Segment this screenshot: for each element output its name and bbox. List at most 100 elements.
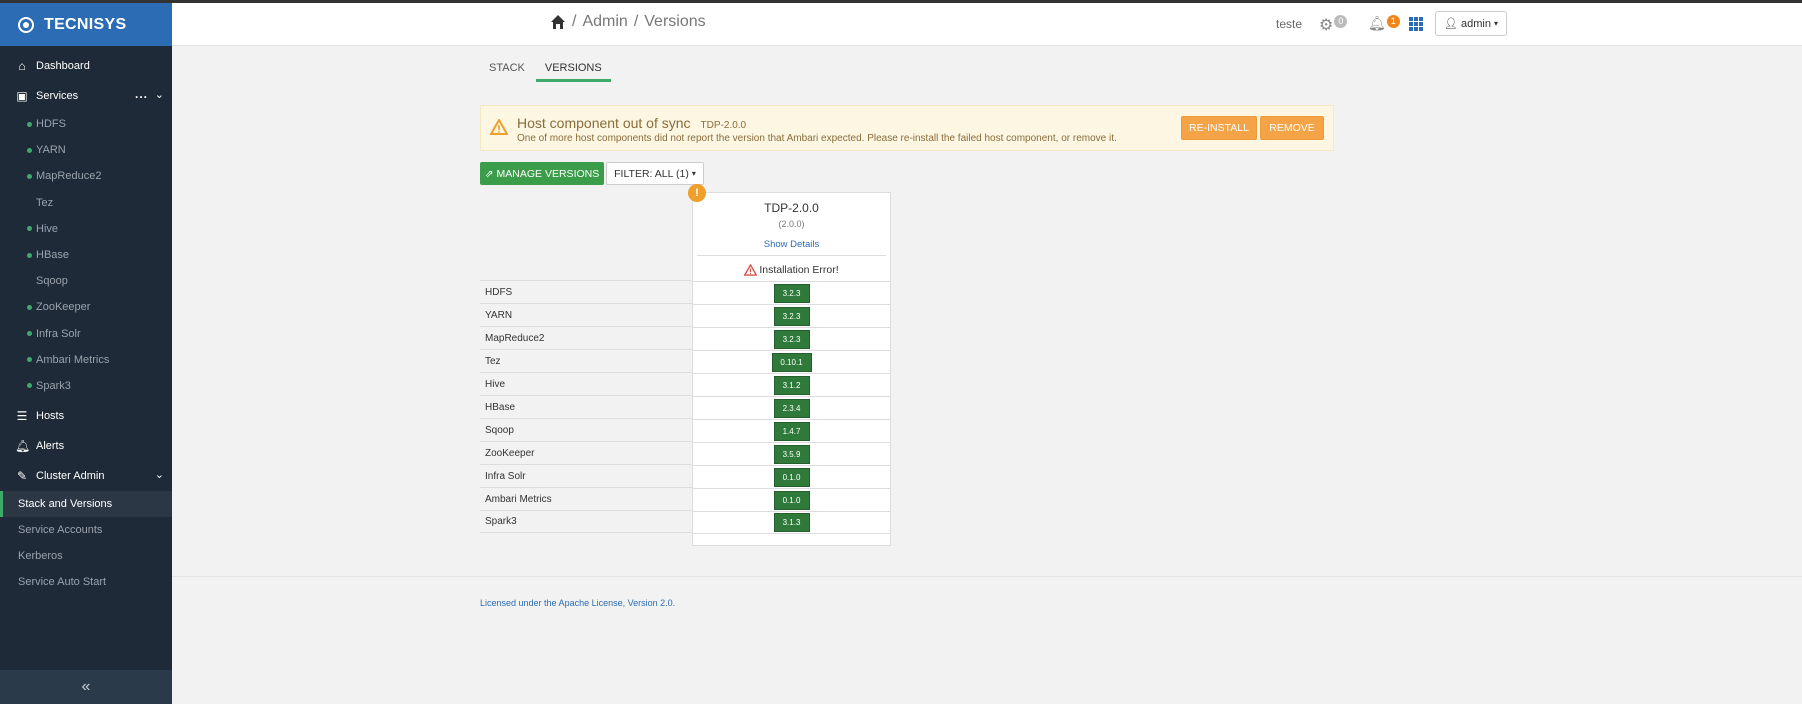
version-label: 3.2.3 xyxy=(773,283,810,303)
version-label: 0.1.0 xyxy=(773,490,810,510)
table-row: 3.1.2 xyxy=(693,373,890,396)
collapse-sidebar-button[interactable]: « xyxy=(0,670,172,704)
version-label: 3.1.2 xyxy=(773,375,810,395)
license-link[interactable]: Licensed under the Apache License, Versi… xyxy=(480,598,675,608)
sidebar-service-spark3[interactable]: Spark3 xyxy=(0,373,172,399)
table-row: 0.1.0 xyxy=(693,465,890,488)
sidebar-service-hbase[interactable]: HBase xyxy=(0,242,172,268)
sidebar-service-label: Hive xyxy=(36,222,59,235)
sidebar-service-tez[interactable]: Tez xyxy=(0,190,172,216)
user-menu-label: admin xyxy=(1460,17,1491,30)
sidebar-item-label: Dashboard xyxy=(36,60,90,72)
sidebar-service-ambari-metrics[interactable]: Ambari Metrics xyxy=(0,347,172,373)
reinstall-button[interactable]: RE-INSTALL xyxy=(1181,116,1257,140)
service-name-cell: Infra Solr xyxy=(480,464,692,487)
service-name-cell: Sqoop xyxy=(480,418,692,441)
views-grid-icon[interactable] xyxy=(1409,17,1423,31)
sidebar-service-label: ZooKeeper xyxy=(36,301,91,314)
user-menu-button[interactable]: 👤︎ admin ▾ xyxy=(1435,11,1507,36)
sidebar-service-sqoop[interactable]: Sqoop xyxy=(0,268,172,294)
sidebar-service-infra-solr[interactable]: Infra Solr xyxy=(0,321,172,347)
tab-versions[interactable]: VERSIONS xyxy=(535,56,611,82)
gear-icon: ⚙ xyxy=(1319,17,1334,34)
sidebar-service-label: Sqoop xyxy=(36,275,68,288)
sidebar: TECNISYS ⌂ Dashboard ▣ Services ... ⌄ HD… xyxy=(0,3,172,704)
tab-stack[interactable]: STACK xyxy=(480,56,534,82)
sidebar-service-label: Infra Solr xyxy=(36,327,81,340)
service-name-cell: Ambari Metrics xyxy=(480,487,692,510)
table-row: 2.3.4 xyxy=(693,396,890,419)
chevron-down-icon[interactable]: ⌄ xyxy=(155,468,164,481)
breadcrumb-separator: / xyxy=(633,13,639,30)
sidebar-item-services[interactable]: ▣ Services ... ⌄ xyxy=(0,81,172,111)
caret-down-icon: ▾ xyxy=(691,169,696,178)
remove-button[interactable]: REMOVE xyxy=(1260,116,1324,140)
alert-message: One of more host components did not repo… xyxy=(517,133,1117,144)
show-details-link[interactable]: Show Details xyxy=(693,239,890,250)
version-label: 1.4.7 xyxy=(773,421,810,441)
table-row: 3.2.3 xyxy=(693,281,890,304)
cluster-name: teste xyxy=(1276,17,1303,31)
version-values-column: 3.2.3 3.2.3 3.2.3 0.10.1 3.1.2 2.3.4 1.4.7 3.5.… xyxy=(693,281,890,534)
version-label: 3.2.3 xyxy=(773,306,810,326)
error-indicator-icon[interactable]: ! xyxy=(688,184,706,202)
status-dot-icon xyxy=(27,121,32,127)
sidebar-service-hdfs[interactable]: HDFS xyxy=(0,111,172,137)
home-icon[interactable] xyxy=(550,14,566,30)
wrench-icon: ✎ xyxy=(16,469,28,484)
sidebar-item-service-accounts[interactable]: Service Accounts xyxy=(0,517,172,543)
status-dot-icon xyxy=(27,304,32,310)
briefcase-icon: ▣ xyxy=(16,89,28,103)
breadcrumb-versions: Versions xyxy=(644,13,706,30)
sidebar-item-cluster-admin[interactable]: ✎ Cluster Admin ⌄ xyxy=(0,461,172,491)
filter-dropdown[interactable]: FILTER: ALL (1) ▾ xyxy=(606,162,704,185)
status-dot-icon xyxy=(27,252,32,258)
alert-title: Host component out of sync TDP-2.0.0 xyxy=(517,115,747,131)
sidebar-service-zookeeper[interactable]: ZooKeeper xyxy=(0,294,172,320)
sidebar-item-hosts[interactable]: ☰ Hosts xyxy=(0,401,172,431)
ops-count-badge: 0 xyxy=(1334,15,1348,28)
sidebar-item-stack-and-versions[interactable]: Stack and Versions xyxy=(0,491,172,518)
version-label: 0.1.0 xyxy=(773,467,810,487)
breadcrumb-admin[interactable]: Admin xyxy=(582,13,627,31)
background-ops-button[interactable]: ⚙ 0 xyxy=(1319,15,1348,35)
chevron-down-icon[interactable]: ⌄ xyxy=(155,88,164,101)
brand[interactable]: TECNISYS xyxy=(0,3,172,46)
service-name-column: HDFS YARN MapReduce2 Tez Hive HBase Sqoop ZooKe… xyxy=(480,280,692,533)
services-actions-button[interactable]: ... xyxy=(135,87,148,101)
table-row: 3.2.3 xyxy=(693,304,890,327)
sidebar-service-label: HDFS xyxy=(36,118,66,131)
brand-name: TECNISYS xyxy=(44,15,127,33)
sidebar-item-label: Cluster Admin xyxy=(36,470,105,483)
bell-icon: 🔔︎ xyxy=(15,439,31,454)
service-name-cell: YARN xyxy=(480,303,692,326)
version-label: 3.2.3 xyxy=(773,329,810,349)
sidebar-item-dashboard[interactable]: ⌂ Dashboard xyxy=(0,51,172,81)
manage-versions-button[interactable]: ⇗ MANAGE VERSIONS xyxy=(480,162,604,185)
top-header: / Admin / Versions teste ⚙ 0 🔔︎ 1 👤︎ admin… xyxy=(172,3,1802,46)
sidebar-service-yarn[interactable]: YARN xyxy=(0,137,172,163)
version-card: TDP-2.0.0 (2.0.0) Show Details Installat… xyxy=(692,192,891,546)
table-row: 0.10.1 xyxy=(693,350,890,373)
sidebar-item-kerberos[interactable]: Kerberos xyxy=(0,543,172,569)
version-label: 3.1.3 xyxy=(773,513,810,532)
tabs: STACK VERSIONS xyxy=(480,56,613,82)
sidebar-service-hive[interactable]: Hive xyxy=(0,216,172,242)
status-dot-icon xyxy=(27,147,32,153)
installation-status: Installation Error! xyxy=(693,264,890,276)
version-name: TDP-2.0.0 xyxy=(764,201,819,215)
sidebar-item-alerts[interactable]: 🔔︎ Alerts xyxy=(0,431,172,461)
table-row: 3.1.3 xyxy=(693,511,890,534)
user-icon: 👤︎ xyxy=(1444,18,1458,30)
alerts-button[interactable]: 🔔︎ 1 xyxy=(1368,15,1400,32)
sidebar-item-label: Services xyxy=(36,90,79,102)
sidebar-item-service-auto-start[interactable]: Service Auto Start xyxy=(0,569,172,595)
version-number: (2.0.0) xyxy=(778,219,805,229)
service-name-cell: Hive xyxy=(480,372,692,395)
sidebar-service-label: YARN xyxy=(36,144,66,157)
bell-icon: 🔔︎ xyxy=(1368,15,1386,31)
service-name-cell: HDFS xyxy=(480,280,692,303)
sidebar-item-label: Alerts xyxy=(36,440,65,453)
hosts-icon: ☰ xyxy=(16,409,28,424)
sidebar-service-mapreduce2[interactable]: MapReduce2 xyxy=(0,163,172,189)
